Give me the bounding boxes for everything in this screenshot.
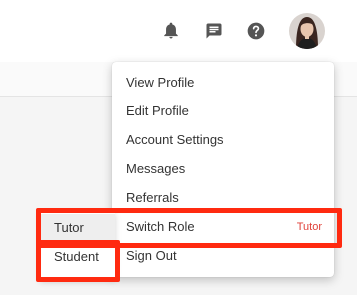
menu-item-label: Edit Profile <box>126 103 189 118</box>
menu-item-label: Messages <box>126 161 186 176</box>
menu-item-account-settings[interactable]: Account Settings <box>112 126 334 154</box>
menu-item-messages[interactable]: Messages <box>112 155 334 183</box>
menu-item-switch-role[interactable]: Switch Role Tutor <box>112 213 334 241</box>
menu-item-sign-out[interactable]: Sign Out <box>112 242 334 270</box>
role-option-tutor[interactable]: Tutor <box>40 214 115 242</box>
account-dropdown-menu: View Profile Edit Profile Account Settin… <box>112 62 334 277</box>
menu-item-label: Referrals <box>126 190 179 205</box>
role-option-label: Tutor <box>54 220 84 235</box>
help-icon[interactable] <box>246 21 266 41</box>
chat-icon[interactable] <box>204 22 224 40</box>
current-role-label: Tutor <box>296 221 322 233</box>
menu-item-label: Sign Out <box>126 248 177 263</box>
menu-item-label: Account Settings <box>126 132 224 147</box>
bell-icon[interactable] <box>162 22 180 40</box>
top-bar <box>0 0 357 62</box>
menu-item-view-profile[interactable]: View Profile <box>112 69 334 97</box>
menu-item-edit-profile[interactable]: Edit Profile <box>112 97 334 125</box>
avatar[interactable] <box>289 13 325 49</box>
menu-item-label: View Profile <box>126 75 195 90</box>
role-submenu: Tutor Student <box>40 212 115 280</box>
role-option-label: Student <box>54 249 99 264</box>
menu-item-referrals[interactable]: Referrals <box>112 184 334 212</box>
menu-item-label: Switch Role <box>126 219 195 234</box>
role-option-student[interactable]: Student <box>40 243 115 271</box>
